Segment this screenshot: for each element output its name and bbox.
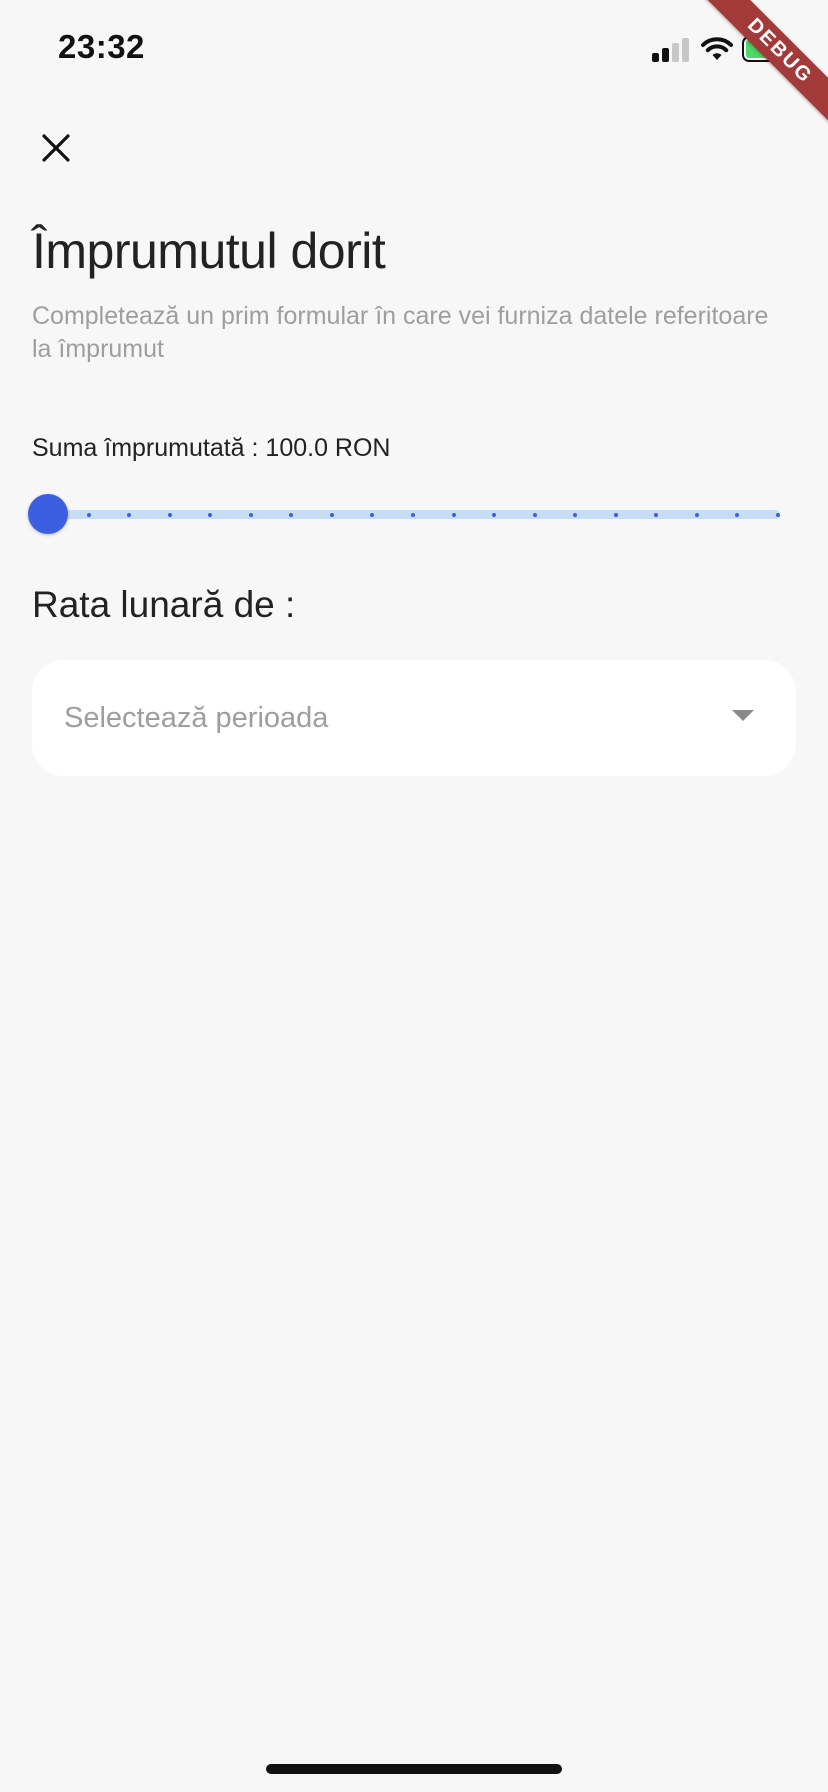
loan-amount-label: Suma împrumutată : 100.0 RON bbox=[32, 434, 391, 462]
dropdown-arrow-icon[interactable] bbox=[732, 710, 754, 721]
slider-tick bbox=[654, 512, 659, 517]
slider-thumb[interactable] bbox=[28, 494, 68, 534]
slider-tick bbox=[86, 512, 91, 517]
slider-tick bbox=[127, 512, 132, 517]
slider-tick bbox=[329, 512, 334, 517]
slider-tick bbox=[289, 512, 294, 517]
slider-tick bbox=[573, 512, 578, 517]
slider-tick bbox=[451, 512, 456, 517]
slider-tick bbox=[167, 512, 172, 517]
slider-tick bbox=[411, 512, 415, 517]
slider-tick bbox=[532, 512, 537, 517]
slider-tick bbox=[492, 512, 497, 517]
slider-tick bbox=[208, 512, 213, 517]
loan-amount-slider[interactable] bbox=[28, 494, 780, 534]
wifi-icon bbox=[700, 36, 734, 62]
slider-tick bbox=[613, 512, 618, 517]
close-button[interactable] bbox=[36, 128, 76, 168]
slider-tick bbox=[694, 512, 699, 517]
page-title: Împrumutul dorit bbox=[32, 223, 386, 279]
period-select-placeholder: Selectează perioada bbox=[64, 702, 329, 734]
home-indicator bbox=[266, 1764, 562, 1774]
page-subtitle: Completează un prim formular în care vei… bbox=[32, 302, 769, 363]
period-select[interactable]: Selectează perioada bbox=[32, 660, 796, 776]
monthly-rate-label: Rata lunară de : bbox=[32, 584, 296, 625]
cellular-signal-icon bbox=[652, 38, 690, 62]
status-bar: 23:32 bbox=[0, 0, 828, 100]
status-time: 23:32 bbox=[58, 28, 145, 65]
close-icon bbox=[42, 134, 70, 162]
loan-request-screen: 23:32 DEBUG Împrumutul dorit Completează… bbox=[0, 0, 828, 1792]
slider-tick bbox=[776, 512, 780, 517]
slider-tick bbox=[248, 512, 253, 517]
